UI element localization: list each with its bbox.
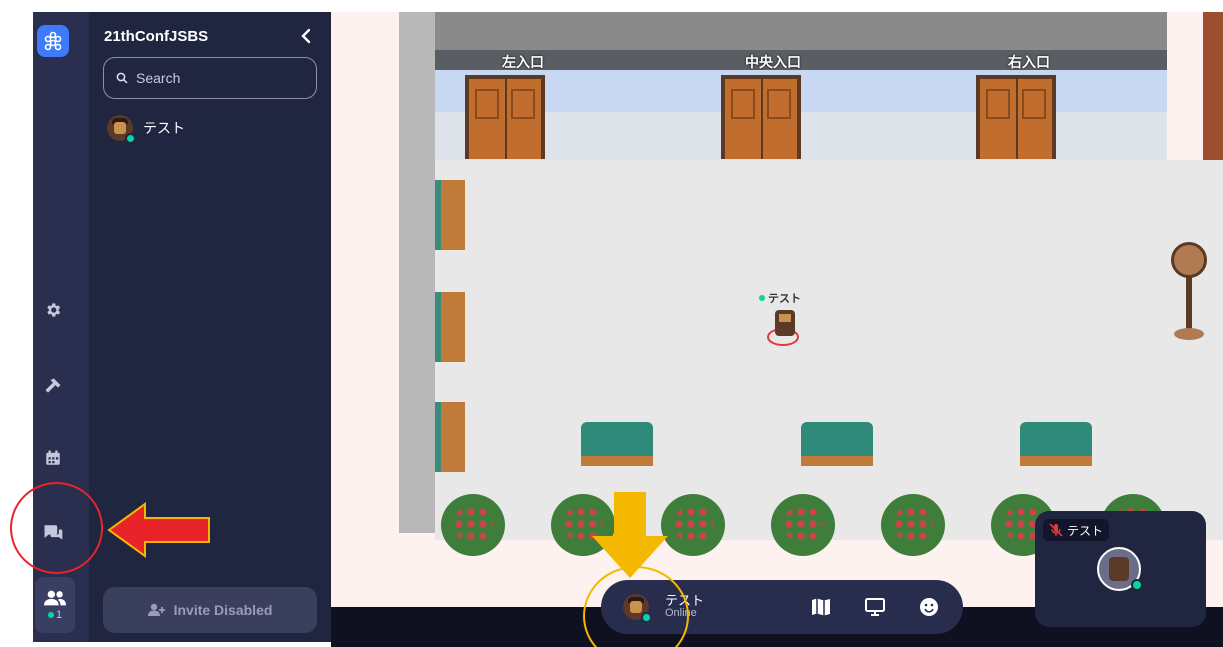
online-count: 1 [47, 609, 63, 621]
calendar-button[interactable] [33, 438, 73, 478]
screen-share-button[interactable] [861, 593, 889, 621]
emoji-button[interactable] [915, 593, 943, 621]
left-wall [399, 12, 435, 533]
add-person-icon [147, 603, 165, 616]
brick-wall [1203, 12, 1223, 160]
flower-bush [661, 494, 725, 556]
annotation-red-arrow-icon [107, 502, 210, 558]
floor [435, 160, 1223, 540]
door-center[interactable] [721, 75, 801, 159]
map-icon [812, 598, 830, 616]
flower-bush [881, 494, 945, 556]
bench [581, 422, 653, 466]
people-icon [44, 590, 66, 606]
video-tile-name: テスト [1067, 523, 1104, 538]
member-item[interactable]: テスト [107, 115, 185, 144]
mic-muted-icon [1049, 523, 1063, 537]
map-button[interactable] [807, 593, 835, 621]
app-logo[interactable] [37, 25, 69, 57]
online-status-icon [125, 133, 136, 144]
door-right[interactable] [976, 75, 1056, 159]
player-name: テスト [768, 293, 801, 305]
bench [801, 422, 873, 466]
member-name: テスト [143, 120, 185, 136]
video-tile[interactable]: テスト [1035, 511, 1206, 627]
entrance-sign-left: 左入口 [502, 54, 544, 70]
video-tile-name-tag: テスト [1043, 519, 1110, 541]
screen: 1 21thConfJSBS テスト [0, 0, 1223, 647]
gear-icon [47, 303, 61, 317]
invite-button[interactable]: Invite Disabled [103, 587, 317, 633]
online-status-icon [1131, 579, 1143, 591]
online-count-value: 1 [55, 609, 63, 621]
entrance-sign-right: 右入口 [1008, 54, 1050, 70]
hammer-icon [45, 378, 61, 393]
participants-button[interactable]: 1 [35, 577, 75, 633]
emoji-icon [920, 598, 938, 616]
collapse-panel-button[interactable] [294, 24, 318, 48]
player-avatar[interactable] [775, 310, 795, 336]
lamp-pole [1186, 276, 1192, 336]
lamp-post [1171, 242, 1207, 278]
flower-bush [771, 494, 835, 556]
calendar-icon [46, 450, 60, 465]
entrance-sign-center: 中央入口 [745, 54, 801, 70]
bench [435, 402, 465, 472]
settings-button[interactable] [33, 290, 73, 330]
grape-logo-icon [44, 31, 62, 51]
video-tile-avatar [1097, 547, 1143, 591]
avatar [107, 115, 136, 144]
bench [435, 180, 465, 250]
bench [435, 292, 465, 362]
chevron-left-icon [301, 28, 311, 44]
bench [1020, 422, 1092, 466]
top-wall [435, 12, 1167, 50]
door-left[interactable] [465, 75, 545, 159]
search-input[interactable] [136, 70, 306, 86]
build-tool-button[interactable] [33, 366, 73, 406]
search-box[interactable] [103, 57, 317, 99]
flower-bush [441, 494, 505, 556]
invite-label: Invite Disabled [173, 602, 273, 618]
lamp-base [1174, 328, 1204, 340]
search-icon [116, 72, 128, 84]
screen-share-icon [865, 598, 885, 616]
annotation-red-circle [10, 482, 103, 574]
online-dot-icon [47, 612, 54, 619]
player-name-label: テスト [759, 290, 801, 306]
online-dot-icon [759, 295, 765, 301]
corridor [435, 50, 1167, 70]
space-name: 21thConfJSBS [104, 28, 209, 45]
